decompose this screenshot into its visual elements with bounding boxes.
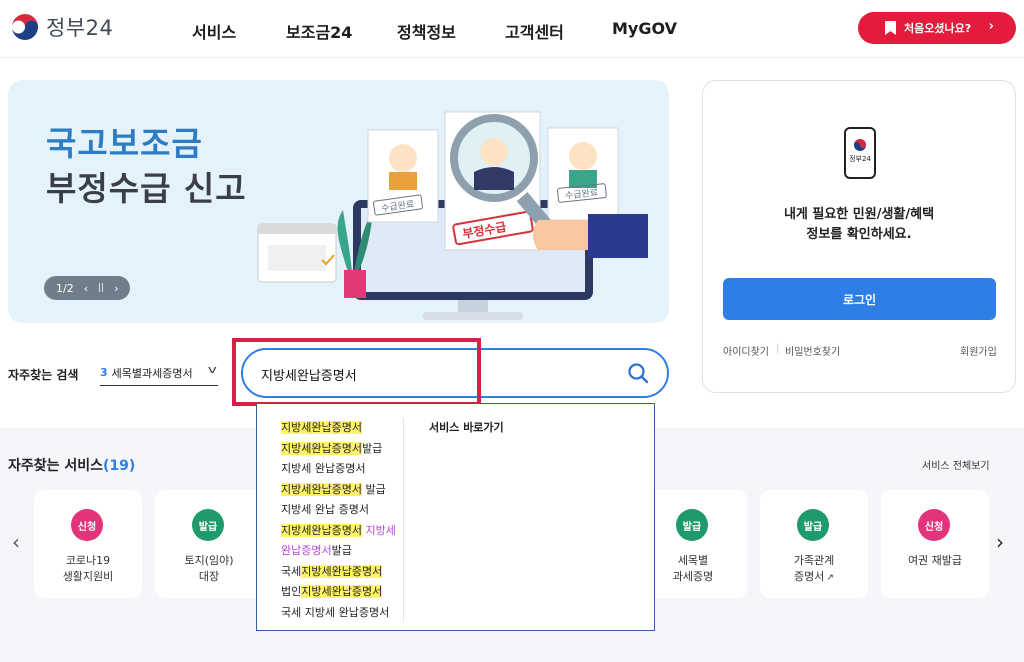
- apply-badge: 신청: [918, 509, 950, 541]
- nav-policy-info[interactable]: 정책정보: [397, 19, 456, 43]
- logo-text: 정부24: [46, 16, 114, 40]
- svg-text:정부24: 정부24: [849, 154, 871, 163]
- banner-title-line1: 국고보조금: [46, 124, 203, 163]
- promo-banner[interactable]: 국고보조금 부정수급 신고 수급완료 수급완료 부정수급 1/2 ‹ || ›: [8, 80, 669, 323]
- suggestion-item[interactable]: 국세지방세완납증명서: [281, 562, 406, 583]
- service-card[interactable]: 신청 코로나19 생활지원비: [34, 490, 142, 598]
- suggestion-item[interactable]: 지방세완납증명서발급: [281, 439, 406, 460]
- pause-icon[interactable]: ||: [98, 283, 104, 293]
- suggestion-item[interactable]: 국세 지방세 완납증명서: [281, 603, 406, 624]
- annotation-highlight-box: [232, 338, 481, 406]
- search-icon[interactable]: [627, 362, 649, 384]
- suggestion-item[interactable]: 지방세 완납증명서: [281, 459, 406, 480]
- search-autocomplete: 지방세완납증명서 지방세완납증명서발급 지방세 완납증명서 지방세완납증명서 발…: [256, 403, 655, 631]
- service-shortcut-title: 서비스 바로가기: [429, 421, 504, 434]
- issue-badge: 발급: [676, 509, 708, 541]
- first-visit-button[interactable]: 처음오셨나요? ›: [858, 12, 1016, 44]
- frequent-services-title: 자주찾는 서비스(19): [8, 455, 135, 475]
- service-card-label: 세목별 과세증명: [672, 554, 714, 583]
- issue-badge: 발급: [192, 509, 224, 541]
- service-card[interactable]: 발급 세목별 과세증명: [639, 490, 747, 598]
- chevron-right-icon[interactable]: ›: [996, 530, 1004, 554]
- issue-badge: 발급: [797, 509, 829, 541]
- banner-title-line2: 부정수급 신고: [46, 169, 247, 208]
- suggestion-item[interactable]: 지방세완납증명서: [281, 418, 406, 439]
- login-message-line1: 내게 필요한 민원/생활/혜택: [783, 207, 935, 222]
- signup-link[interactable]: 회원가입: [960, 343, 997, 358]
- service-card[interactable]: 발급 가족관계 증명서 ↗: [760, 490, 868, 598]
- frequent-search-select[interactable]: 3 세목별과세증명서 v: [100, 360, 218, 386]
- login-message: 내게 필요한 민원/생활/혜택 정보를 확인하세요.: [703, 205, 1015, 245]
- frequent-services-label: 자주찾는 서비스: [8, 458, 104, 474]
- login-message-line2: 정보를 확인하세요.: [806, 227, 912, 242]
- select-value: 세목별과세증명서: [111, 366, 193, 380]
- chevron-down-icon: v: [208, 363, 218, 376]
- nav-subsidy24[interactable]: 보조금24: [286, 19, 352, 43]
- chevron-left-icon[interactable]: ‹: [12, 530, 20, 554]
- login-panel: 정부24 내게 필요한 민원/생활/혜택 정보를 확인하세요. 로그인 아이디찾…: [702, 80, 1016, 393]
- first-visit-label: 처음오셨나요?: [904, 22, 972, 35]
- mobile-gov24-icon: 정부24: [844, 127, 876, 179]
- banner-pager: 1/2 ‹ || ›: [44, 276, 130, 300]
- taegeuk-icon: [12, 14, 38, 40]
- external-link-icon: ↗: [826, 573, 834, 583]
- suggestion-list: 지방세완납증명서 지방세완납증명서발급 지방세 완납증명서 지방세완납증명서 발…: [281, 418, 406, 623]
- suggestion-item[interactable]: 지방세 완납 증명서: [281, 500, 406, 521]
- chevron-right-icon: ›: [988, 19, 994, 34]
- find-password-link[interactable]: 비밀번호찾기: [785, 343, 840, 358]
- suggestion-item[interactable]: 법인지방세완납증명서: [281, 582, 406, 603]
- service-card-label: 가족관계 증명서 ↗: [793, 554, 835, 583]
- select-rank: 3: [100, 366, 108, 379]
- link-divider: |: [776, 343, 780, 354]
- login-button[interactable]: 로그인: [723, 278, 996, 320]
- view-all-services-link[interactable]: 서비스 전체보기: [922, 457, 990, 472]
- service-card[interactable]: 신청 여권 재발급: [881, 490, 989, 598]
- service-card-label: 토지(임야) 대장: [184, 554, 234, 583]
- suggestion-item[interactable]: 지방세완납증명서 지방세: [281, 521, 406, 542]
- service-card[interactable]: 발급 토지(임야) 대장: [155, 490, 263, 598]
- pager-count: 1/2: [56, 281, 74, 295]
- gov24-logo[interactable]: 정부24: [10, 12, 113, 42]
- banner-illustration: 수급완료 수급완료 부정수급: [257, 111, 648, 320]
- prev-slide-icon[interactable]: ‹: [84, 282, 88, 295]
- suggestion-item-continued[interactable]: 완납증명서발급: [281, 541, 406, 562]
- service-card-label: 여권 재발급: [907, 554, 963, 567]
- suggestion-item[interactable]: 지방세완납증명서 발급: [281, 480, 406, 501]
- find-id-link[interactable]: 아이디찾기: [723, 343, 769, 358]
- site-header: 정부24 서비스 보조금24 정책정보 고객센터 MyGOV 처음오셨나요? ›: [0, 0, 1024, 58]
- dropdown-divider: [403, 418, 404, 621]
- nav-customer-center[interactable]: 고객센터: [505, 19, 564, 43]
- apply-badge: 신청: [71, 509, 103, 541]
- frequent-services-count: (19): [103, 458, 136, 474]
- nav-mygov[interactable]: MyGOV: [612, 19, 677, 38]
- nav-services[interactable]: 서비스: [192, 19, 236, 43]
- next-slide-icon[interactable]: ›: [114, 282, 118, 295]
- frequent-search-label: 자주찾는 검색: [8, 368, 79, 382]
- bookmark-icon: [885, 21, 896, 35]
- service-card-label: 코로나19 생활지원비: [62, 554, 114, 583]
